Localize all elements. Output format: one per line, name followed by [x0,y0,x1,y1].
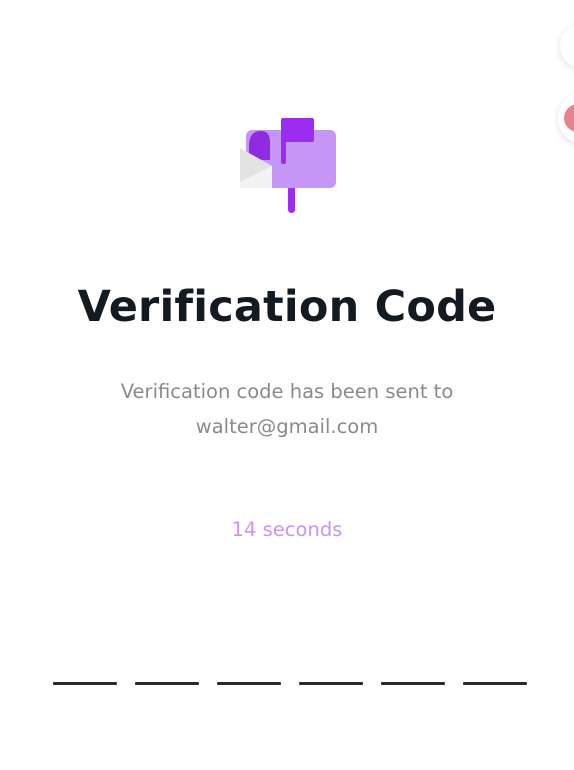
code-digit-5[interactable] [381,682,445,685]
code-digit-6[interactable] [463,682,527,685]
mailbox-icon [232,112,344,218]
verification-screen: Verification Code Verification code has … [0,0,574,770]
code-digit-4[interactable] [299,682,363,685]
code-digit-1[interactable] [53,682,117,685]
page-title: Verification Code [77,282,497,332]
edge-overlay [554,0,574,160]
email-address: walter@gmail.com [195,415,379,438]
edge-control-bottom[interactable] [558,92,574,144]
record-indicator-icon [564,104,574,132]
verification-message-line: Verification code has been sent to [120,380,454,403]
verification-message: Verification code has been sent to walte… [80,374,494,444]
code-digit-2[interactable] [135,682,199,685]
code-digit-3[interactable] [217,682,281,685]
edge-control-top[interactable] [560,24,574,68]
code-input-row [53,682,529,686]
countdown-timer: 14 seconds [231,518,343,541]
